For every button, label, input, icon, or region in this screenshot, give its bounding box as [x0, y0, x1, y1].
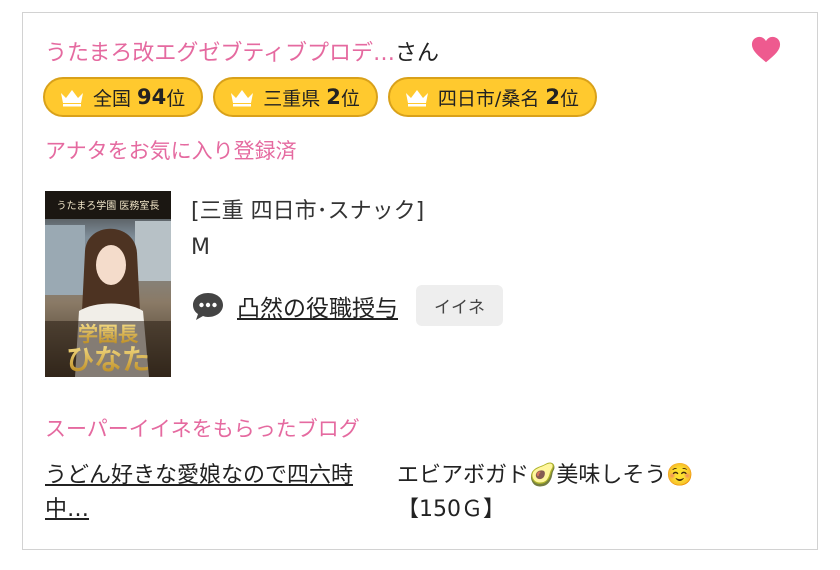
rank-value: 94 — [137, 85, 167, 109]
rank-value: 2 — [326, 85, 341, 109]
user-name-link[interactable]: うたまろ改エグゼブティブプロデ… — [45, 41, 395, 66]
crown-icon — [231, 90, 254, 107]
user-card: うたまろ改エグゼブティブプロデ…さん 全国 94 位 三重県 2 位 四日市/桑… — [22, 12, 818, 550]
profile-mark: M — [191, 235, 210, 260]
rank-badge-prefecture[interactable]: 三重県 2 位 — [213, 77, 378, 117]
comment-row: 凸然の役職授与 イイネ — [191, 285, 503, 326]
rank-badge-national[interactable]: 全国 94 位 — [43, 77, 204, 117]
blog-comment: エビアボガド🥑美味しそう☺️ 【150Ｇ】 — [397, 459, 777, 527]
user-name-suffix: さん — [395, 41, 440, 66]
rank-badge-area[interactable]: 四日市/桑名 2 位 — [387, 77, 597, 117]
speech-bubble-icon — [193, 292, 223, 320]
comment-title-link[interactable]: 凸然の役職授与 — [237, 289, 398, 323]
photo-caption-top: うたまろ学園 医務室長 — [57, 199, 160, 212]
rank-label: 三重県 — [263, 87, 321, 110]
rank-unit: 位 — [166, 87, 186, 110]
crown-icon — [61, 90, 83, 107]
blog-comment-text: エビアボガド🥑美味しそう☺️ — [397, 463, 694, 488]
crown-icon — [405, 90, 428, 107]
rank-badges: 全国 94 位 三重県 2 位 四日市/桑名 2 位 — [43, 77, 597, 117]
photo-caption-bottom-2: ひなた — [66, 343, 150, 376]
profile-photo-image: うたまろ学園 医務室長 学園長 ひなた — [45, 191, 171, 377]
rank-label: 四日市/桑名 — [437, 87, 540, 110]
user-name-row: うたまろ改エグゼブティブプロデ…さん — [45, 35, 439, 67]
blog-points: 【150Ｇ】 — [397, 497, 505, 522]
blog-title-link[interactable]: うどん好きな愛娘なので四六時中… — [45, 459, 375, 527]
rank-label: 全国 — [93, 87, 132, 110]
profile-photo[interactable]: うたまろ学園 医務室長 学園長 ひなた — [45, 191, 171, 377]
favorite-status: アナタをお気に入り登録済 — [45, 139, 297, 163]
rank-unit: 位 — [559, 87, 579, 110]
shop-info[interactable]: [三重 四日市･スナック] — [191, 193, 424, 225]
heart-icon[interactable] — [751, 35, 781, 65]
blog-section-heading: スーパーイイネをもらったブログ — [45, 417, 360, 441]
rank-value: 2 — [545, 85, 560, 109]
profile-info: [三重 四日市･スナック] M — [191, 193, 424, 260]
like-button[interactable]: イイネ — [416, 285, 503, 326]
blog-item: うどん好きな愛娘なので四六時中… エビアボガド🥑美味しそう☺️ 【150Ｇ】 — [45, 459, 777, 527]
rank-unit: 位 — [340, 87, 360, 110]
